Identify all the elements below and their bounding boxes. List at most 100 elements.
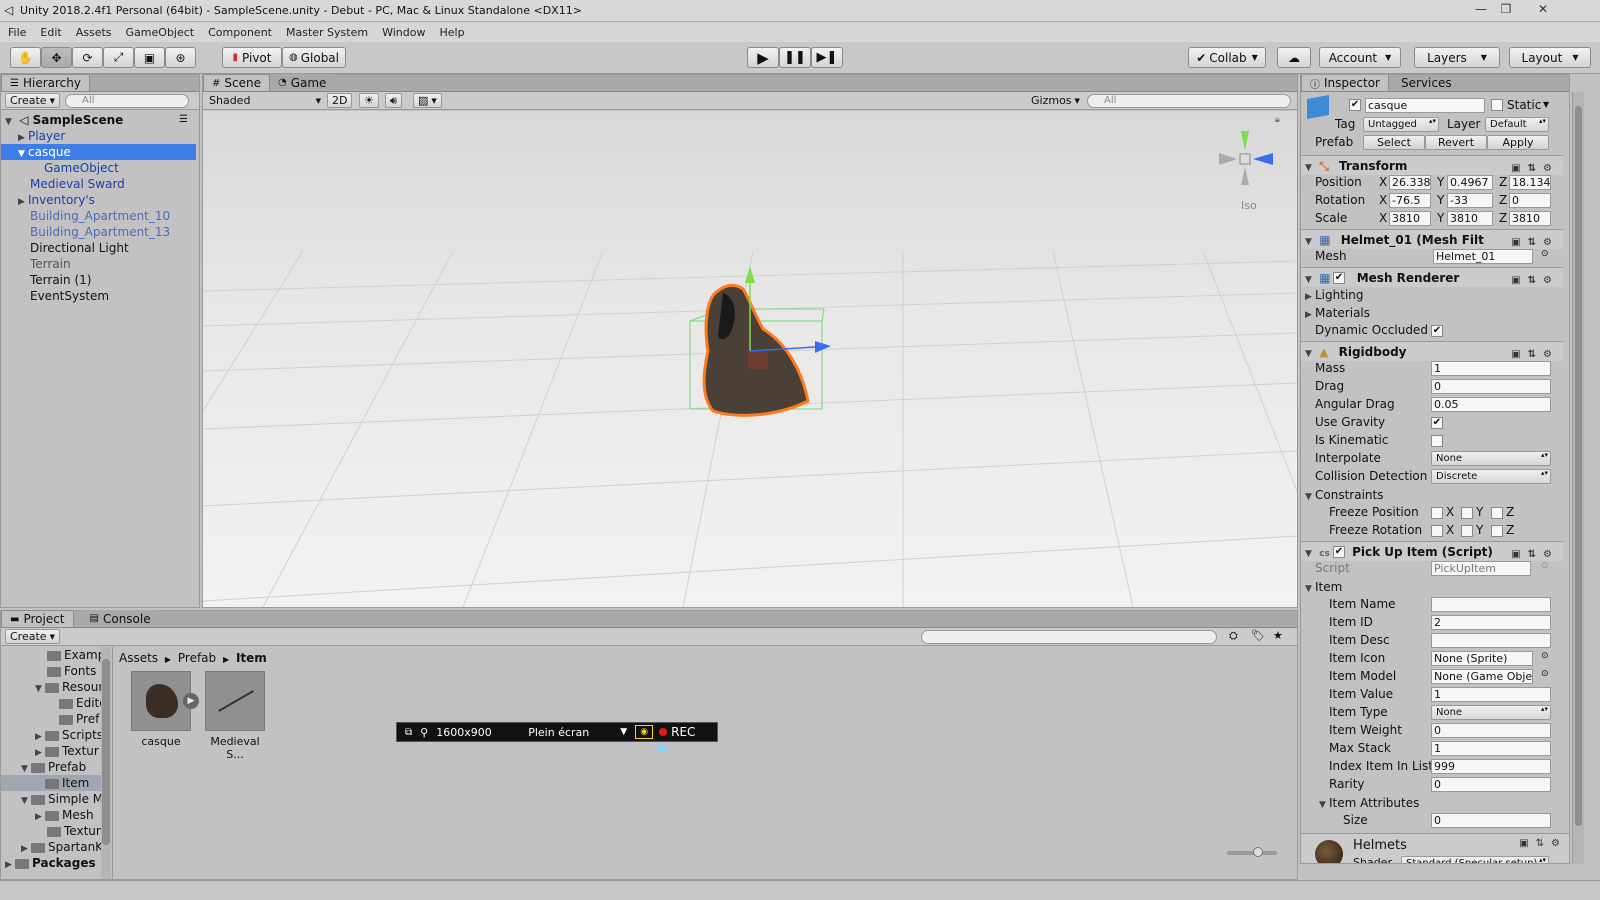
tab-scene[interactable]: # Scene <box>203 74 270 91</box>
asset-tile-casque[interactable]: ▶ casque <box>131 671 199 749</box>
component-actions[interactable]: ▣⇅⚙ <box>1519 838 1567 849</box>
breadcrumb-prefab[interactable]: Prefab <box>178 651 216 665</box>
rotate-tool-button[interactable]: ⟳ <box>72 47 103 68</box>
freeze-rot-z-checkbox[interactable] <box>1491 525 1503 537</box>
tree-item[interactable]: Pref <box>1 711 101 727</box>
item-icon-field[interactable]: None (Sprite) <box>1431 651 1533 666</box>
audio-toggle[interactable]: 🔊︎ <box>385 93 402 108</box>
menu-help[interactable]: Help <box>439 26 464 39</box>
tree-item[interactable]: Fonts <box>1 663 101 679</box>
item-attributes-foldout[interactable]: ▼ Item Attributes <box>1319 795 1569 812</box>
collab-dropdown[interactable]: ✔ Collab ▼ <box>1188 47 1266 68</box>
account-dropdown[interactable]: Account ▼ <box>1319 47 1401 68</box>
freeze-rot-x-checkbox[interactable] <box>1431 525 1443 537</box>
tag-dropdown[interactable]: Untagged <box>1363 117 1439 132</box>
tree-item[interactable]: ▶ Textur <box>1 743 101 759</box>
lighting-toggle[interactable]: ☀ <box>359 93 379 108</box>
object-name-input[interactable]: casque <box>1365 98 1485 113</box>
mass-field[interactable]: 1 <box>1431 361 1551 376</box>
drag-field[interactable]: 0 <box>1431 379 1551 394</box>
rotation-x-field[interactable]: -76.5 <box>1389 193 1431 208</box>
tab-hierarchy[interactable]: ☰ Hierarchy <box>1 74 90 91</box>
zoom-icon[interactable]: ⚲ <box>420 726 428 739</box>
tree-item[interactable]: Edito <box>1 695 101 711</box>
static-checkbox[interactable] <box>1491 99 1503 111</box>
collision-detection-dropdown[interactable]: Discrete <box>1431 469 1551 484</box>
tab-services[interactable]: Services <box>1388 75 1460 91</box>
window-icon[interactable]: ⧉ <box>405 727 412 738</box>
inspector-scrollbar[interactable] <box>1572 92 1584 864</box>
menu-component[interactable]: Component <box>208 26 272 39</box>
shader-dropdown[interactable]: Standard (Specular setup) <box>1401 856 1549 863</box>
minimize-button[interactable]: — <box>1470 2 1492 18</box>
layout-dropdown[interactable]: Layout ▼ <box>1509 47 1591 68</box>
angular-drag-field[interactable]: 0.05 <box>1431 397 1551 412</box>
freeze-pos-y-checkbox[interactable] <box>1461 507 1473 519</box>
rect-tool-button[interactable]: ▣ <box>134 47 165 68</box>
meshfilter-header[interactable]: ▼ ▦ Helmet_01 (Mesh Filt ▣⇅⚙ <box>1301 229 1563 249</box>
scene-menu-icon[interactable]: ☰ <box>179 112 188 128</box>
tree-item[interactable]: ▼ Prefab <box>1 759 101 775</box>
interpolate-dropdown[interactable]: None <box>1431 451 1551 466</box>
tree-item[interactable]: Examp <box>1 647 101 663</box>
slider-thumb[interactable] <box>1253 847 1263 857</box>
item-type-dropdown[interactable]: None <box>1431 705 1551 720</box>
hierarchy-item-building-10[interactable]: Building_Apartment_10 <box>1 208 196 224</box>
object-picker-icon[interactable]: ⊙ <box>1541 651 1549 661</box>
project-create-dropdown[interactable]: Create ▼ <box>5 629 60 644</box>
tree-item[interactable]: ▶ Mesh <box>1 807 101 823</box>
item-foldout[interactable]: ▼ Item <box>1305 579 1557 596</box>
prefab-revert-button[interactable]: Revert <box>1425 135 1487 150</box>
materials-foldout[interactable]: ▶ Materials <box>1305 305 1557 322</box>
camera-icon[interactable]: ◉ <box>635 725 654 739</box>
rigidbody-header[interactable]: ▼ ▲ Rigidbody ▣⇅⚙ <box>1301 341 1563 361</box>
tree-item[interactable]: ▶ SpartanK <box>1 839 101 855</box>
menu-gameobject[interactable]: GameObject <box>126 26 195 39</box>
tab-inspector[interactable]: ⓘ Inspector <box>1301 75 1389 91</box>
hierarchy-item-medieval-sward[interactable]: Medieval Sward <box>1 176 196 192</box>
favorite-star-icon[interactable]: ★ <box>1273 629 1283 642</box>
item-id-field[interactable]: 2 <box>1431 615 1551 630</box>
rarity-field[interactable]: 0 <box>1431 777 1551 792</box>
hierarchy-item-building-13[interactable]: Building_Apartment_13 <box>1 224 196 240</box>
scene-viewport[interactable]: Iso 🔒︎ <box>203 111 1297 607</box>
rec-button[interactable]: REC <box>671 725 695 739</box>
pickup-enabled-checkbox[interactable]: ✔ <box>1333 546 1345 558</box>
item-desc-field[interactable] <box>1431 633 1551 648</box>
hierarchy-item-terrain-1[interactable]: Terrain (1) <box>1 272 196 288</box>
effects-dropdown[interactable]: ▨ ▼ <box>413 93 442 108</box>
tree-item[interactable]: ▶ Packages <box>1 855 101 871</box>
project-search-input[interactable] <box>921 630 1217 644</box>
orientation-gizmo[interactable] <box>1215 129 1285 199</box>
scale-y-field[interactable]: 3810 <box>1447 211 1493 226</box>
close-button[interactable]: ✕ <box>1532 2 1554 18</box>
freeze-pos-z-checkbox[interactable] <box>1491 507 1503 519</box>
tree-item[interactable]: ▼ Simple M <box>1 791 101 807</box>
chevron-down-icon[interactable]: ▼ <box>620 727 627 737</box>
shading-dropdown[interactable]: Shaded ▼ <box>205 93 323 108</box>
tree-scrollbar[interactable] <box>101 647 111 879</box>
dynamic-occluded-checkbox[interactable]: ✔ <box>1431 325 1443 337</box>
prefab-select-button[interactable]: Select <box>1363 135 1425 150</box>
scale-x-field[interactable]: 3810 <box>1389 211 1431 226</box>
inspector-scrollbar-thumb[interactable] <box>1575 106 1582 826</box>
position-y-field[interactable]: 0.4967 <box>1447 175 1493 190</box>
hierarchy-item-inventorys[interactable]: ▶ Inventory's <box>1 192 196 208</box>
chevron-down-icon[interactable]: ▼ <box>1543 100 1549 109</box>
menu-file[interactable]: File <box>8 26 26 39</box>
meshrenderer-enabled-checkbox[interactable]: ✔ <box>1333 272 1345 284</box>
is-kinematic-checkbox[interactable] <box>1431 435 1443 447</box>
layers-dropdown[interactable]: Layers ▼ <box>1414 47 1500 68</box>
position-z-field[interactable]: 18.134 <box>1509 175 1551 190</box>
object-picker-icon[interactable]: ⊙ <box>1541 669 1549 679</box>
prefab-apply-button[interactable]: Apply <box>1487 135 1549 150</box>
pivot-toggle[interactable]: ▮ Pivot <box>222 47 282 68</box>
thumbnail-size-slider[interactable] <box>1227 847 1277 857</box>
global-toggle[interactable]: ◍ Global <box>282 47 346 68</box>
2d-toggle[interactable]: 2D <box>327 93 353 108</box>
recorder-resolution[interactable]: 1600x900 <box>436 726 528 739</box>
hierarchy-item-directional-light[interactable]: Directional Light <box>1 240 196 256</box>
tree-item[interactable]: ▶ Scripts <box>1 727 101 743</box>
max-stack-field[interactable]: 1 <box>1431 741 1551 756</box>
mesh-field[interactable]: Helmet_01 <box>1433 249 1533 264</box>
